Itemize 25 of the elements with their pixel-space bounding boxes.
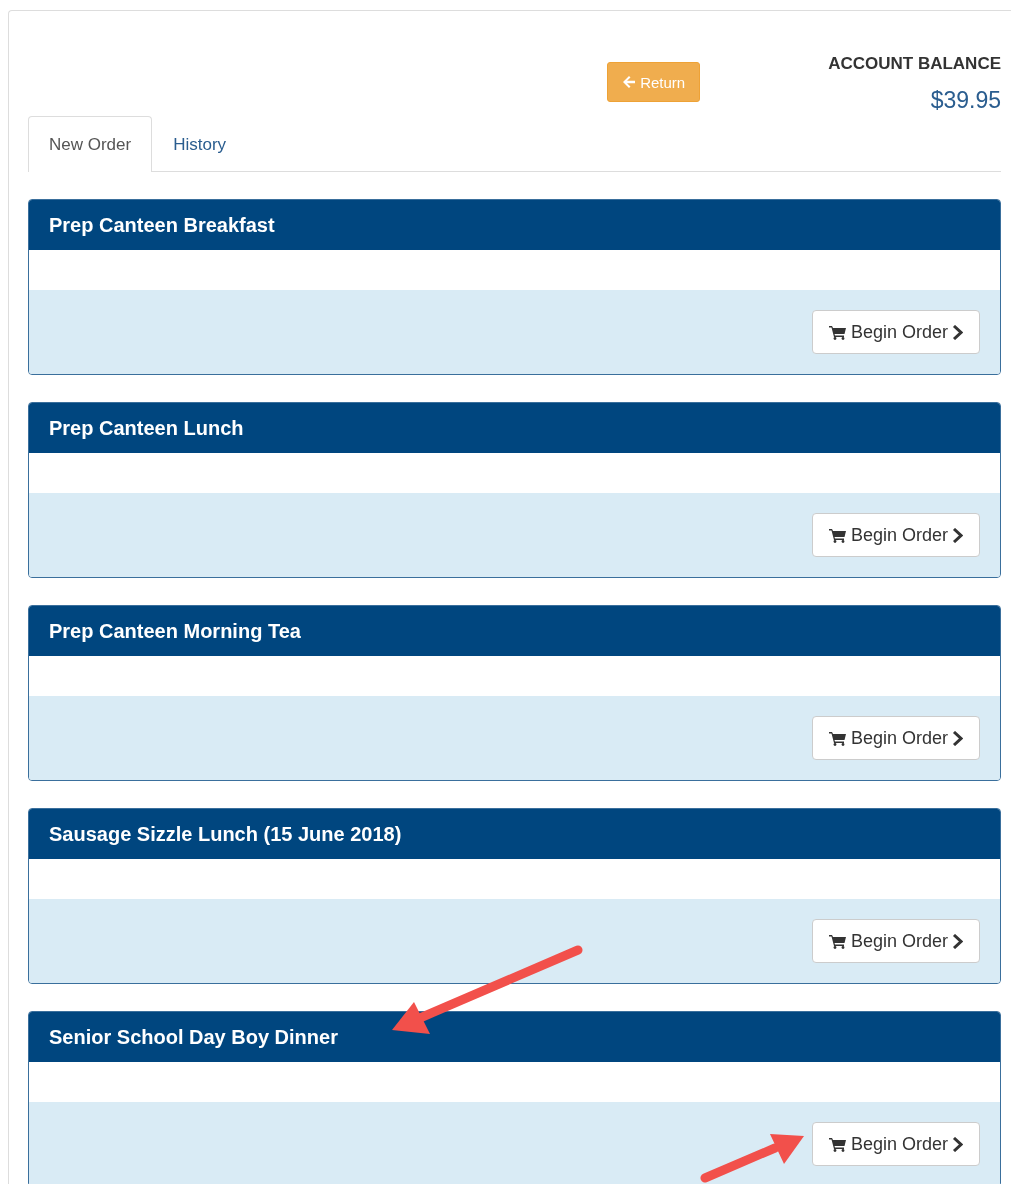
begin-order-button[interactable]: Begin Order: [811, 513, 980, 557]
cart-icon: [828, 527, 847, 543]
tab[interactable]: New Order: [28, 116, 153, 172]
chevron-right-icon: [952, 933, 963, 949]
begin-order-button[interactable]: Begin Order: [811, 310, 980, 354]
balance-label: ACCOUNT BALANCE: [828, 54, 1001, 74]
menu-title: Prep Canteen Breakfast: [49, 213, 275, 237]
begin-order-button[interactable]: Begin Order: [811, 919, 980, 963]
menu-title: Prep Canteen Morning Tea: [49, 619, 301, 643]
tab[interactable]: History: [152, 116, 248, 172]
chevron-right-icon: [952, 324, 963, 340]
begin-order-button[interactable]: Begin Order: [811, 716, 980, 760]
cart-icon: [828, 1136, 847, 1152]
chevron-right-icon: [952, 1136, 963, 1152]
cart-icon: [828, 730, 847, 746]
cart-icon: [828, 933, 847, 949]
menu-title: Prep Canteen Lunch: [49, 416, 244, 440]
menu-title: Senior School Day Boy Dinner: [49, 1025, 338, 1049]
begin-order-button[interactable]: Begin Order: [811, 1122, 980, 1166]
cart-icon: [828, 324, 847, 340]
chevron-right-icon: [952, 527, 963, 543]
menu-title: Sausage Sizzle Lunch (15 June 2018): [49, 822, 402, 846]
chevron-right-icon: [952, 730, 963, 746]
balance-amount: $39.95: [930, 87, 1001, 114]
left-arrow-icon: [622, 75, 637, 89]
